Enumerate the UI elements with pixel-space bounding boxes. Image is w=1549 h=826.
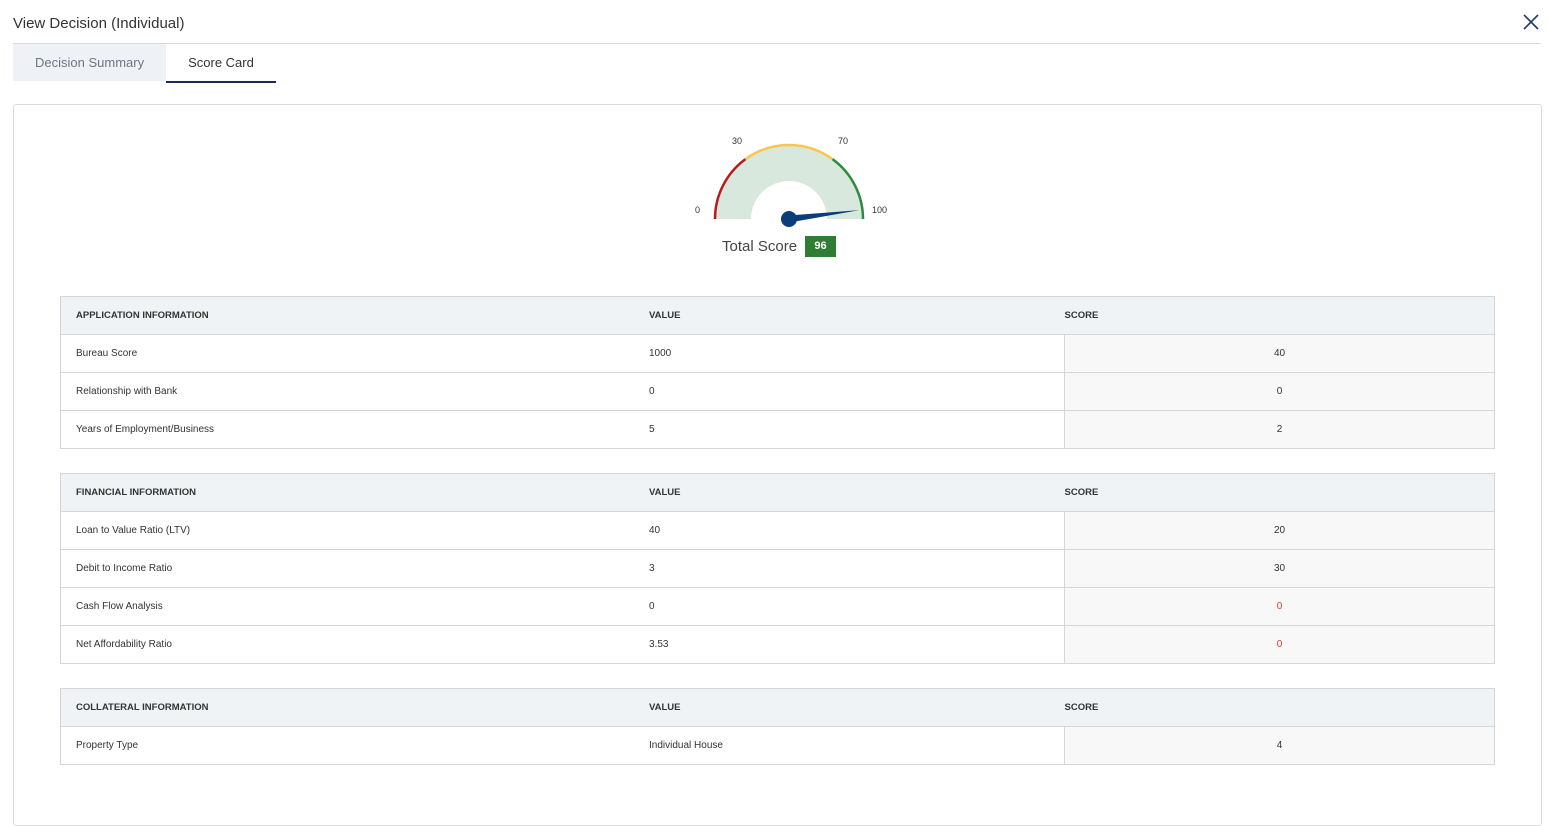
dialog-title: View Decision (Individual) [13,15,185,32]
tab-score-card[interactable]: Score Card [166,44,276,83]
row-value: 0 [649,372,1065,411]
row-value: 0 [649,587,1065,626]
gauge-hub [781,211,797,227]
row-value: 3 [649,549,1065,588]
row-name: Cash Flow Analysis [60,587,649,626]
value-header: VALUE [649,688,1065,727]
total-score: Total Score 96 [722,236,837,257]
score-card-panel: 0 30 70 100 Total Score 96 APPLICATION I… [13,104,1542,826]
tab-bar: Decision Summary Score Card [13,44,276,83]
row-value: 1000 [649,334,1065,373]
gauge-fill [715,145,863,219]
row-score: 0 [1064,372,1495,411]
total-score-label: Total Score [722,238,798,255]
row-score: 0 [1064,625,1495,664]
total-score-badge: 96 [805,236,837,257]
row-name: Years of Employment/Business [76,424,215,435]
row-name: Debit to Income Ratio [60,549,649,588]
row-value: 5 [649,424,655,435]
table-row: Net Affordability Ratio 3.53 0 [61,625,1495,664]
collateral-info-table: COLLATERAL INFORMATION VALUE SCORE Prope… [60,688,1495,765]
score-header: SCORE [1064,688,1495,727]
score-header: SCORE [1064,473,1495,512]
table-header-row: FINANCIAL INFORMATION VALUE SCORE [60,473,1495,512]
dialog-header: View Decision (Individual) [13,0,1541,44]
table-row: Debit to Income Ratio 3 30 [60,549,1495,588]
table-row: Cash Flow Analysis 0 0 [60,587,1495,626]
table-row: Relationship with Bank 0 0 [60,372,1495,411]
table-row: Years of Employment/Business 5 2 [61,410,1495,449]
table-header-row: COLLATERAL INFORMATION VALUE SCORE [60,688,1495,727]
row-name: Property Type [76,740,139,751]
table-row: Bureau Score 1000 40 [60,334,1495,373]
row-score: 0 [1064,587,1495,626]
close-icon[interactable] [1521,12,1541,32]
section-header: FINANCIAL INFORMATION [60,473,649,512]
financial-info-table: FINANCIAL INFORMATION VALUE SCORE Loan t… [60,473,1495,664]
tab-decision-summary[interactable]: Decision Summary [13,44,167,81]
gauge-label-30: 30 [732,136,743,146]
row-score: 30 [1064,549,1495,588]
row-value: Individual House [649,740,723,751]
value-header: VALUE [649,473,1065,512]
row-score: 40 [1064,334,1495,373]
row-score: 2 [1064,410,1495,449]
score-header: SCORE [1064,296,1495,335]
section-header: COLLATERAL INFORMATION [60,688,649,727]
value-header: VALUE [649,296,1065,335]
table-row: Loan to Value Ratio (LTV) 40 20 [60,511,1495,550]
row-score: 20 [1064,511,1495,550]
application-info-table: APPLICATION INFORMATION VALUE SCORE Bure… [60,296,1495,449]
row-score: 4 [1064,726,1495,765]
row-value: 40 [649,511,1065,550]
row-name: Loan to Value Ratio (LTV) [60,511,649,550]
row-name: Net Affordability Ratio [76,639,172,650]
table-header-row: APPLICATION INFORMATION VALUE SCORE [60,296,1495,335]
table-row: Property Type Individual House 4 [61,726,1495,765]
gauge-label-70: 70 [838,136,849,146]
gauge-label-min: 0 [695,205,701,215]
row-name: Bureau Score [60,334,649,373]
gauge-graphic [713,143,865,227]
gauge-label-max: 100 [872,205,888,215]
row-name: Relationship with Bank [60,372,649,411]
section-header: APPLICATION INFORMATION [60,296,649,335]
row-value: 3.53 [649,639,669,650]
